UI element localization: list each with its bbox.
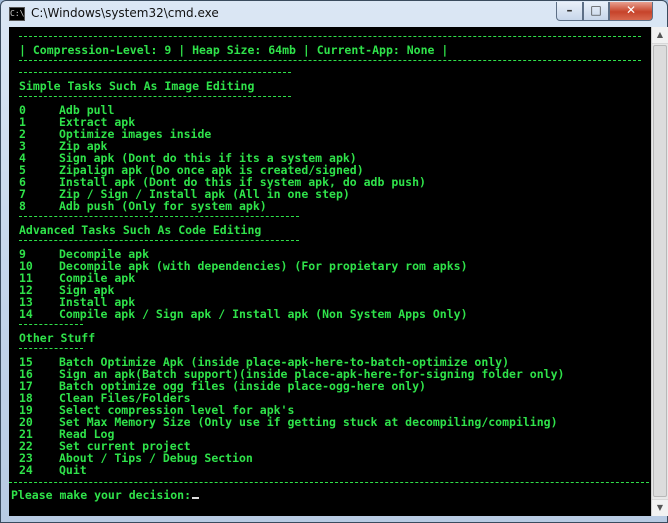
menu-item-number: 24 (19, 463, 33, 477)
menu-item-24: 24 Quit (19, 464, 87, 476)
separator (19, 36, 641, 37)
cmd-window: C:\ C:\Windows\system32\cmd.exe – □ ✕ | … (0, 0, 668, 523)
separator (19, 324, 83, 325)
text-cursor (192, 497, 200, 499)
menu-item-23: 23 About / Tips / Debug Section (19, 452, 253, 464)
separator (19, 348, 83, 349)
maximize-button[interactable]: □ (583, 2, 609, 21)
menu-item-label: Quit (59, 463, 87, 477)
separator (19, 60, 641, 61)
window-title: C:\Windows\system32\cmd.exe (31, 6, 219, 20)
menu-item-number: 14 (19, 307, 33, 321)
menu-item-label: Compile apk / Sign apk / Install apk (No… (59, 307, 468, 321)
menu-item-label: Adb push (Only for system apk) (59, 199, 267, 213)
close-button[interactable]: ✕ (609, 2, 653, 21)
scroll-up-arrow-icon[interactable]: ▲ (652, 27, 668, 44)
scrollbar-thumb[interactable] (653, 45, 667, 497)
menu-item-label: About / Tips / Debug Section (59, 451, 253, 465)
menu-item-8: 8 Adb push (Only for system apk) (19, 200, 267, 212)
separator (19, 216, 299, 217)
separator (19, 72, 291, 73)
decision-prompt[interactable]: Please make your decision: (11, 488, 200, 502)
minimize-button[interactable]: – (556, 2, 583, 21)
status-line: | Compression-Level: 9 | Heap Size: 64mb… (19, 43, 449, 57)
cmd-app-icon[interactable]: C:\ (9, 7, 25, 21)
separator (19, 96, 291, 97)
vertical-scrollbar[interactable]: ▲ ▼ (651, 27, 668, 516)
section-heading: Advanced Tasks Such As Code Editing (19, 223, 262, 237)
menu-item-14: 14 Compile apk / Sign apk / Install apk (… (19, 308, 468, 320)
scroll-down-arrow-icon[interactable]: ▼ (652, 499, 668, 516)
menu-item-2: 2 Optimize images inside (19, 128, 211, 140)
separator (19, 240, 299, 241)
prompt-text: Please make your decision: (11, 488, 192, 502)
menu-item-number: 8 (19, 199, 26, 213)
separator (9, 482, 649, 483)
menu-item-label: Set Max Memory Size (Only use if getting… (59, 415, 558, 429)
section-heading: Simple Tasks Such As Image Editing (19, 79, 255, 93)
section-heading: Other Stuff (19, 331, 96, 345)
console-output[interactable]: | Compression-Level: 9 | Heap Size: 64mb… (9, 27, 651, 516)
